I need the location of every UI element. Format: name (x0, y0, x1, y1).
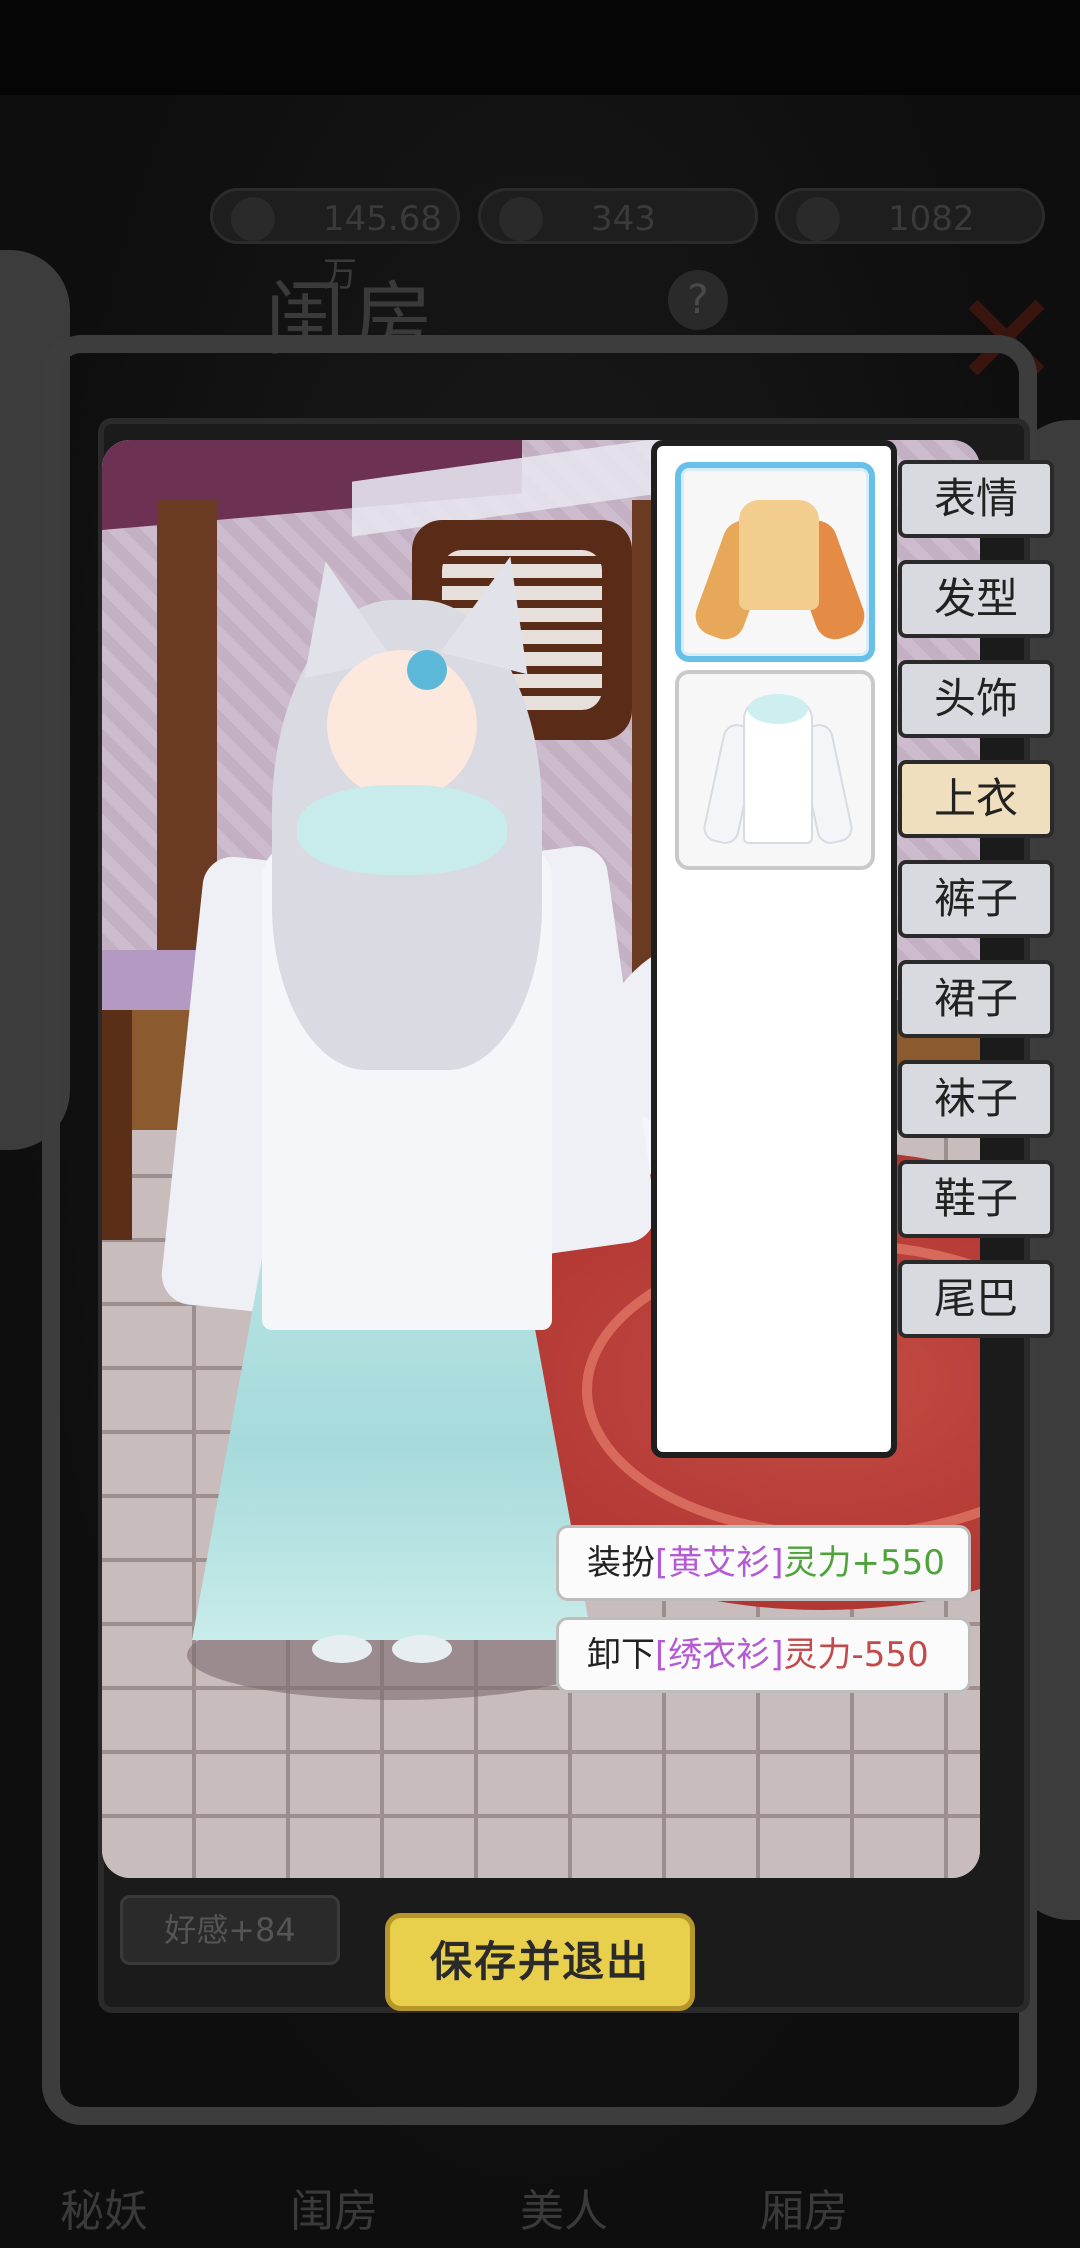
resource-food: 343 (478, 188, 758, 244)
item-card-yellow-top[interactable] (675, 462, 875, 662)
unequip-item-name: 绣衣衫 (668, 1635, 771, 1675)
tab-top[interactable]: 上衣 (898, 760, 1054, 838)
shoe-left (312, 1635, 372, 1663)
item-card-white-robe[interactable] (675, 670, 875, 870)
save-and-exit-button[interactable]: 保存并退出 (385, 1913, 695, 2011)
yellow-top-garment-icon (689, 490, 871, 645)
bench-leg (102, 1010, 132, 1240)
nav-item-boudoir[interactable]: 闺房 (290, 2182, 378, 2242)
shoe-right (392, 1635, 452, 1663)
cloud-collar (297, 785, 507, 875)
unequip-stat: 灵力-550 (783, 1635, 929, 1675)
tab-hairstyle[interactable]: 发型 (898, 560, 1054, 638)
status-bar-area (0, 0, 1080, 95)
blue-flower-hairpin (407, 650, 447, 690)
fox-ear-right (440, 545, 554, 675)
tab-headwear[interactable]: 头饰 (898, 660, 1054, 738)
tab-pants[interactable]: 裤子 (898, 860, 1054, 938)
gold-coin-icon (231, 197, 275, 241)
nav-item-chamber[interactable]: 厢房 (760, 2182, 848, 2242)
food-icon (499, 197, 543, 241)
bottom-nav: 秘妖 闺房 美人 厢房 (0, 2170, 1080, 2248)
resource-gem: 1082 (775, 188, 1045, 244)
white-robe-garment-icon (700, 694, 856, 847)
nav-item-beauty[interactable]: 美人 (520, 2182, 608, 2242)
resource-gold: 145.68万 (210, 188, 460, 295)
tab-expression[interactable]: 表情 (898, 460, 1054, 538)
character-face (327, 650, 477, 800)
question-icon[interactable]: ? (668, 270, 728, 330)
equip-stat: 灵力+550 (783, 1543, 945, 1583)
unequip-info: 卸下[绣衣衫]灵力-550 (556, 1617, 971, 1693)
tab-tail[interactable]: 尾巴 (898, 1260, 1054, 1338)
tab-socks[interactable]: 袜子 (898, 1060, 1054, 1138)
affection-badge: 好感+84 (120, 1895, 340, 1965)
wardrobe-item-panel (651, 440, 897, 1458)
gem-icon (796, 197, 840, 241)
equip-info: 装扮[黄艾衫]灵力+550 (556, 1525, 971, 1601)
tab-skirt[interactable]: 裙子 (898, 960, 1054, 1038)
nav-item-demon[interactable]: 秘妖 (60, 2182, 148, 2242)
tab-shoes[interactable]: 鞋子 (898, 1160, 1054, 1238)
equip-item-name: 黄艾衫 (668, 1543, 771, 1583)
